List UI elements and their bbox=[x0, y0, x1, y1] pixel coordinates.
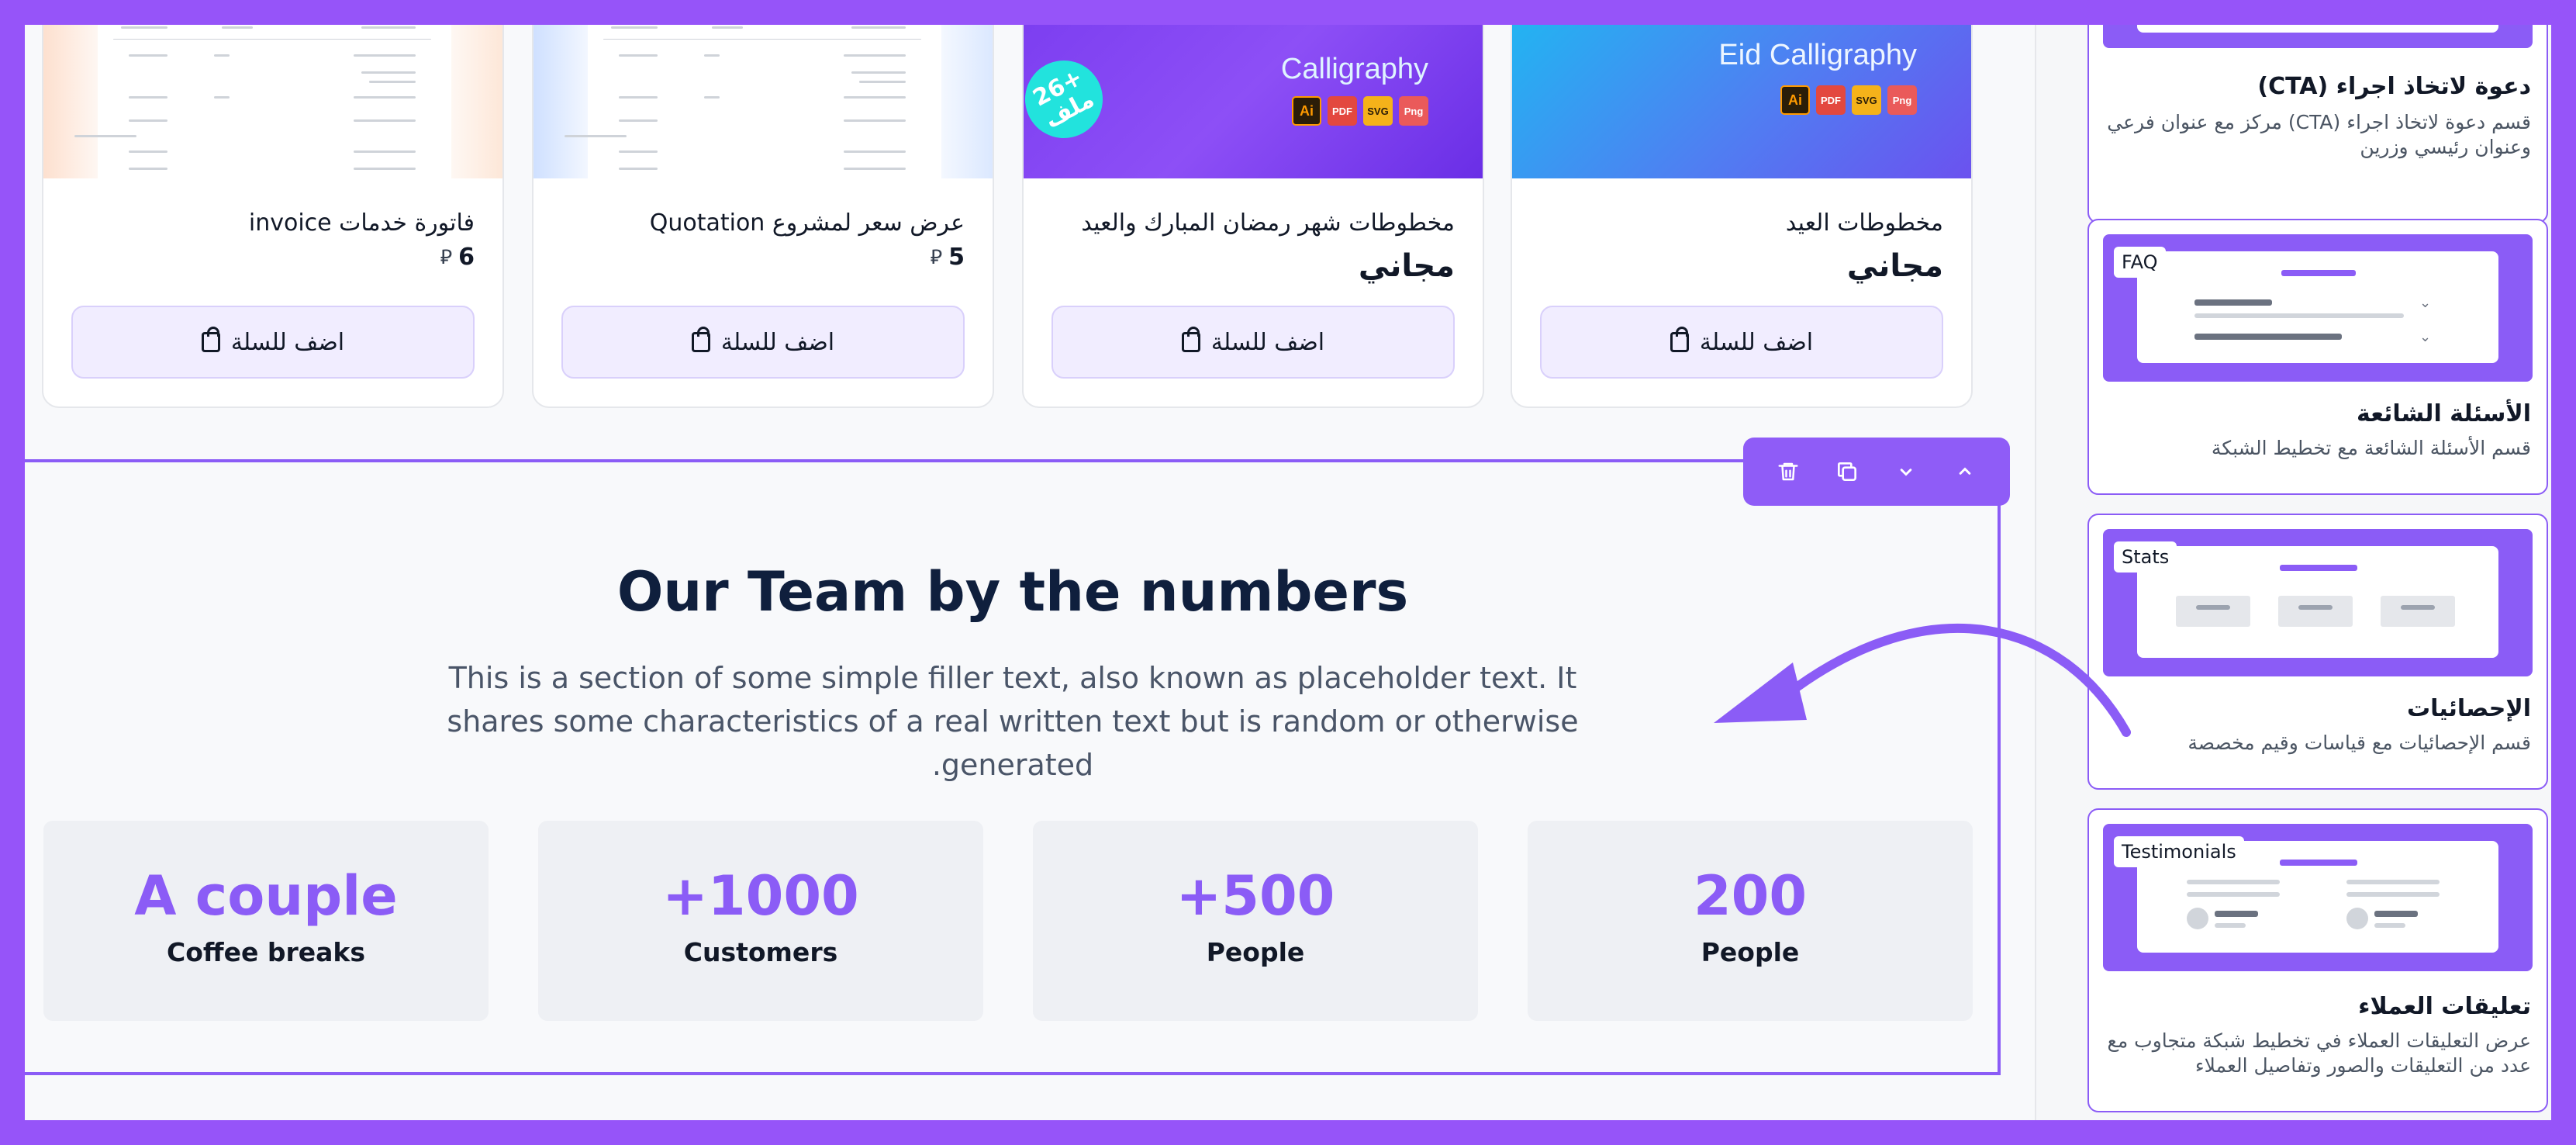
product-card[interactable]: عرض سعر لمشروع Quotation 5 ⃁ اضف للسلة bbox=[532, 25, 994, 408]
pdf-file-icon: PDF bbox=[1328, 96, 1357, 126]
shopping-bag-icon bbox=[691, 327, 710, 352]
stat-value[interactable]: A couple bbox=[43, 864, 489, 928]
document-preview bbox=[565, 25, 941, 178]
png-file-icon: Png bbox=[1887, 85, 1917, 115]
product-thumbnail[interactable] bbox=[534, 25, 993, 178]
product-title[interactable]: عرض سعر لمشروع Quotation bbox=[650, 209, 965, 237]
block-card-cta[interactable]: دعوة لاتخاذ اجراء (CTA) قسم دعوة لاتخاذ … bbox=[2087, 25, 2548, 223]
file-format-icons: Ai PDF SVG Png bbox=[1292, 96, 1428, 126]
stat-card[interactable]: 200 People bbox=[1528, 821, 1973, 1021]
add-to-cart-button[interactable]: اضف للسلة bbox=[561, 306, 965, 379]
chevron-down-icon: ⌄ bbox=[2419, 295, 2432, 311]
stats-section[interactable]: Our Team by the numbers This is a sectio… bbox=[25, 459, 2001, 1075]
stat-label[interactable]: People bbox=[1033, 937, 1478, 967]
block-description: عرض التعليقات العملاء في تخطيط شبكة متجا… bbox=[2107, 1029, 2531, 1077]
add-to-cart-label: اضف للسلة bbox=[1210, 328, 1325, 356]
product-card[interactable]: Calligraphy Ai PDF SVG Png 26+ ملف مخطوط… bbox=[1022, 25, 1484, 408]
pdf-file-icon: PDF bbox=[1816, 85, 1846, 115]
chevron-down-icon[interactable] bbox=[1889, 455, 1923, 489]
svg-file-icon: SVG bbox=[1363, 96, 1393, 126]
block-card-testimonials[interactable]: Testimonials تعليقات العملاء عرض التعليق… bbox=[2087, 808, 2548, 1112]
avatar bbox=[2346, 908, 2368, 929]
section-toolbar bbox=[1743, 438, 2010, 506]
png-file-icon: Png bbox=[1399, 96, 1428, 126]
add-to-cart-label: اضف للسلة bbox=[1699, 328, 1814, 356]
shopping-bag-icon bbox=[1181, 327, 1200, 352]
section-description[interactable]: This is a section of some simple filler … bbox=[413, 656, 1613, 787]
stat-card[interactable]: A couple Coffee breaks bbox=[43, 821, 489, 1021]
shopping-bag-icon bbox=[201, 327, 220, 352]
block-tag: FAQ bbox=[2114, 247, 2166, 278]
duplicate-icon[interactable] bbox=[1830, 455, 1864, 489]
ai-file-icon: Ai bbox=[1292, 96, 1321, 126]
page-canvas: فاتورة خدمات invoice 6 ⃁ اضف للسلة bbox=[25, 25, 2551, 1120]
product-price: 6 ⃁ bbox=[440, 244, 475, 271]
riyal-icon: ⃁ bbox=[930, 246, 943, 269]
product-thumbnail[interactable]: Eid Calligraphy Ai PDF SVG Png bbox=[1512, 25, 1971, 178]
add-to-cart-button[interactable]: اضف للسلة bbox=[71, 306, 475, 379]
product-card[interactable]: Eid Calligraphy Ai PDF SVG Png مخطوطات ا… bbox=[1511, 25, 1973, 408]
block-preview: Testimonials bbox=[2103, 824, 2533, 971]
svg-file-icon: SVG bbox=[1852, 85, 1881, 115]
product-title[interactable]: مخطوطات العيد bbox=[1786, 209, 1943, 237]
block-preview: ⌄ ⌄ FAQ bbox=[2103, 234, 2533, 382]
product-price: مجاني bbox=[1846, 248, 1943, 284]
block-tag: Testimonials bbox=[2114, 836, 2244, 867]
product-title[interactable]: فاتورة خدمات invoice bbox=[249, 209, 475, 237]
ai-file-icon: Ai bbox=[1780, 85, 1810, 115]
block-description: قسم دعوة لاتخاذ اجراء (CTA) مركز مع عنوا… bbox=[2107, 111, 2531, 158]
product-card[interactable]: فاتورة خدمات invoice 6 ⃁ اضف للسلة bbox=[42, 25, 504, 408]
add-to-cart-button[interactable]: اضف للسلة bbox=[1051, 306, 1455, 379]
drag-arrow-icon bbox=[1714, 624, 2131, 737]
block-title: الأسئلة الشائعة bbox=[2357, 400, 2531, 427]
product-price: مجاني bbox=[1358, 248, 1455, 284]
product-thumbnail[interactable] bbox=[43, 25, 502, 178]
block-card-stats[interactable]: Stats الإحصائيات قسم الإحصائيات مع قياسا… bbox=[2087, 514, 2548, 790]
thumbnail-title: Calligraphy bbox=[1280, 53, 1428, 85]
shopping-bag-icon bbox=[1670, 327, 1689, 352]
block-title: تعليقات العملاء bbox=[2358, 993, 2531, 1020]
add-to-cart-button[interactable]: اضف للسلة bbox=[1540, 306, 1943, 379]
stat-label[interactable]: Coffee breaks bbox=[43, 937, 489, 967]
stat-value[interactable]: 1000+ bbox=[538, 864, 983, 928]
chevron-up-icon[interactable] bbox=[1948, 455, 1982, 489]
document-preview bbox=[74, 25, 451, 178]
block-card-faq[interactable]: ⌄ ⌄ FAQ الأسئلة الشائعة قسم الأسئلة الشا… bbox=[2087, 219, 2548, 495]
block-title: دعوة لاتخاذ اجراء (CTA) bbox=[2257, 73, 2531, 100]
stat-value[interactable]: 200 bbox=[1528, 864, 1973, 928]
add-to-cart-label: اضف للسلة bbox=[720, 328, 835, 356]
trash-icon[interactable] bbox=[1771, 455, 1805, 489]
file-format-icons: Ai PDF SVG Png bbox=[1780, 85, 1917, 115]
avatar bbox=[2187, 908, 2208, 929]
stat-label[interactable]: Customers bbox=[538, 937, 983, 967]
block-preview bbox=[2103, 25, 2533, 48]
stat-card[interactable]: 1000+ Customers bbox=[538, 821, 983, 1021]
stat-card[interactable]: 500+ People bbox=[1033, 821, 1478, 1021]
block-description: قسم الأسئلة الشائعة مع تخطيط الشبكة bbox=[2211, 437, 2531, 459]
product-price: 5 ⃁ bbox=[930, 244, 965, 271]
thumbnail-title: Eid Calligraphy bbox=[1718, 39, 1917, 71]
product-grid: فاتورة خدمات invoice 6 ⃁ اضف للسلة bbox=[25, 25, 2025, 413]
riyal-icon: ⃁ bbox=[440, 246, 453, 269]
product-thumbnail[interactable]: Calligraphy Ai PDF SVG Png 26+ ملف bbox=[1024, 25, 1483, 178]
add-to-cart-label: اضف للسلة bbox=[230, 328, 345, 356]
product-title[interactable]: مخطوطات شهر رمضان المبارك والعيد bbox=[1081, 209, 1455, 237]
block-title: الإحصائيات bbox=[2407, 695, 2531, 722]
stat-label[interactable]: People bbox=[1528, 937, 1973, 967]
block-description: قسم الإحصائيات مع قياسات وقيم مخصصة bbox=[2188, 732, 2531, 754]
stat-value[interactable]: 500+ bbox=[1033, 864, 1478, 928]
file-count-badge: 26+ ملف bbox=[1024, 47, 1117, 152]
block-preview: Stats bbox=[2103, 529, 2533, 676]
chevron-down-icon: ⌄ bbox=[2419, 329, 2432, 345]
